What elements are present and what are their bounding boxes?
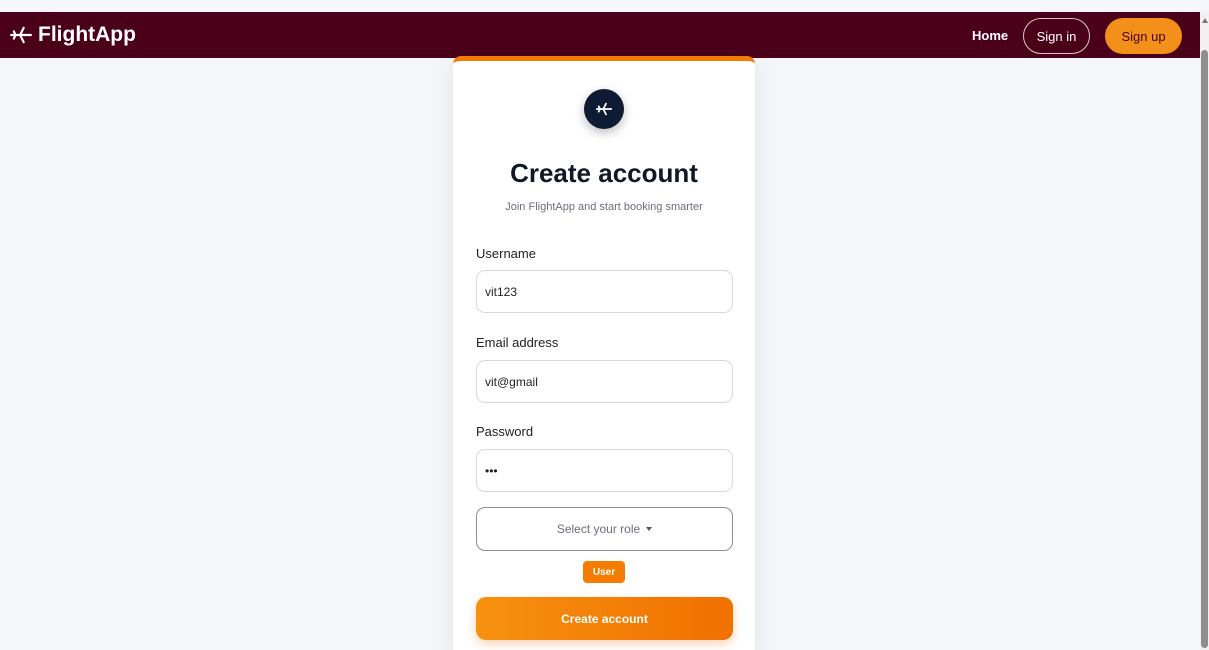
plane-icon	[10, 26, 32, 44]
email-label: Email address	[476, 335, 559, 350]
page-title: Create account	[510, 158, 698, 188]
username-input[interactable]	[476, 270, 733, 313]
signin-button[interactable]: Sign in	[1023, 18, 1090, 54]
role-select-label: Select your role	[556, 522, 641, 536]
caret-down-icon	[646, 527, 653, 531]
scroll-up-icon[interactable]	[1202, 18, 1208, 23]
brand-name: FlightApp	[38, 23, 136, 46]
page-subtitle: Join FlightApp and start booking smarter	[505, 201, 703, 213]
selected-role-badge[interactable]: User	[583, 561, 625, 583]
password-input[interactable]	[476, 449, 733, 492]
brand-logo[interactable]: FlightApp	[10, 12, 136, 58]
scrollbar-thumb[interactable]	[1201, 50, 1208, 648]
nav-home-link[interactable]: Home	[972, 12, 1008, 58]
signup-button[interactable]: Sign up	[1105, 18, 1182, 54]
top-navbar: FlightApp Home Sign in Sign up	[0, 12, 1200, 58]
plane-logo-icon	[584, 89, 624, 129]
email-input[interactable]	[476, 360, 733, 403]
username-label: Username	[476, 246, 536, 261]
role-select[interactable]: Select your role	[476, 507, 733, 551]
create-account-button[interactable]: Create account	[476, 597, 733, 640]
password-label: Password	[476, 424, 534, 439]
vertical-scrollbar[interactable]	[1200, 12, 1209, 650]
signup-card: Create account Join FlightApp and start …	[453, 56, 755, 650]
